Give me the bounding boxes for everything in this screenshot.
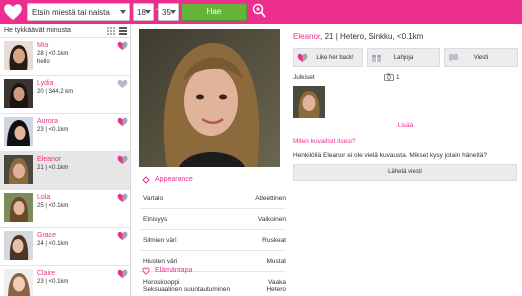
send-message-button[interactable]: Lähetä viesti <box>293 164 517 181</box>
grid-view-icon[interactable] <box>107 27 115 35</box>
item-name: Aurora <box>37 118 59 125</box>
lifestyle-heading: Elämäntapa <box>155 267 193 274</box>
avatar <box>4 231 33 260</box>
item-info: 23 | <0.1km <box>37 279 69 285</box>
profile-panel: Eleanor, 21 | Hetero, Sinkku, <0.1km Lik… <box>289 24 522 296</box>
likes-sidebar: He tykkäävät minusta Mia 28 | <0.1km hel… <box>0 24 131 296</box>
avatar <box>4 193 33 222</box>
search-button[interactable]: Hae <box>181 3 247 21</box>
gifts-button[interactable]: Lahjoja <box>367 48 440 67</box>
appearance-icon <box>142 176 150 184</box>
list-item[interactable]: Lola 25 | <0.1km <box>0 190 130 228</box>
search-select[interactable]: Etsin miestä tai naista <box>27 3 130 21</box>
like-back-button[interactable]: Like her back! <box>293 48 363 67</box>
row-value: Mustat <box>266 258 286 265</box>
list-item-selected[interactable]: Eleanor 21 | <0.1km <box>0 152 130 190</box>
item-name: Mia <box>37 42 49 49</box>
item-name: Claire <box>37 270 56 277</box>
item-name: Grace <box>37 232 57 239</box>
row-key: Hiusten väri <box>143 258 178 265</box>
row-value: Valkoinen <box>257 216 286 223</box>
zoom-in-icon[interactable] <box>252 3 266 19</box>
list-item[interactable]: Claire 23 | <0.1km <box>0 266 130 296</box>
lifestyle-row: Seksuaalinen suuntautuminen Hetero <box>139 279 286 296</box>
sidebar-title: He tykkäävät minusta <box>4 27 71 34</box>
item-name: Eleanor <box>37 156 62 163</box>
row-key: Seksuaalinen suuntautuminen <box>143 286 231 293</box>
profile-title: Eleanor, 21 | Hetero, Sinkku, <0.1km <box>293 32 423 41</box>
heart-icon[interactable] <box>117 79 128 89</box>
photo-thumbnail[interactable] <box>293 86 325 118</box>
item-info: 25 | <0.1km <box>37 203 69 209</box>
appearance-heading: Appearance <box>155 176 193 183</box>
liked-heart-icon <box>297 53 308 62</box>
question-text: Henkilöllä Eleanor ei ole vielä kuvausta… <box>293 152 488 159</box>
chevron-down-icon <box>145 10 151 14</box>
avatar <box>4 269 33 296</box>
list-view-icon[interactable] <box>119 27 127 35</box>
row-key: Etnisyys <box>143 216 168 223</box>
camera-icon <box>384 73 394 81</box>
profile-details: Appearance Vartalo Atleettinen Etnisyys … <box>131 24 289 296</box>
profile-photo[interactable] <box>139 29 280 167</box>
liked-heart-icon[interactable] <box>117 269 128 279</box>
item-info: 20 | 344,2 km <box>37 89 74 95</box>
message-button[interactable]: Viesti <box>444 48 518 67</box>
profile-details-text: , 21 | Hetero, Sinkku, <0.1km <box>320 32 424 41</box>
top-bar: Etsin miestä tai naista 18 - 35 Hae <box>0 0 522 24</box>
avatar <box>4 117 33 146</box>
row-key: Silmien väri <box>143 237 177 244</box>
item-info: 28 | <0.1km <box>37 51 69 57</box>
gifts-label: Lahjoja <box>393 55 414 61</box>
photo-count: 1 <box>396 74 400 81</box>
public-photos-label: Julkiset <box>293 74 315 81</box>
avatar <box>4 41 33 70</box>
chevron-down-icon <box>170 10 176 14</box>
question-title: Miten kuvailisit itsesi? <box>293 138 356 145</box>
row-value: Atleettinen <box>255 195 286 202</box>
age-min-select[interactable]: 18 <box>133 3 154 21</box>
avatar <box>4 79 33 108</box>
liked-heart-icon[interactable] <box>117 117 128 127</box>
liked-heart-icon[interactable] <box>117 193 128 203</box>
row-value: Hetero <box>266 286 286 293</box>
item-note: hello <box>37 59 50 65</box>
search-select-value: Etsin miestä tai naista <box>32 8 110 17</box>
appearance-row: Vartalo Atleettinen <box>139 188 286 209</box>
lifestyle-icon <box>142 267 150 275</box>
item-name: Lola <box>37 194 51 201</box>
appearance-row: Etnisyys Valkoinen <box>139 209 286 230</box>
list-item[interactable]: Lydia 20 | 344,2 km <box>0 76 130 114</box>
item-info: 24 | <0.1km <box>37 241 69 247</box>
list-item[interactable]: Aurora 23 | <0.1km <box>0 114 130 152</box>
liked-heart-icon[interactable] <box>117 231 128 241</box>
chevron-down-icon <box>120 10 126 14</box>
profile-name: Eleanor <box>293 32 321 41</box>
item-name: Lydia <box>37 80 54 87</box>
row-value: Ruskeat <box>262 237 286 244</box>
sidebar-header: He tykkäävät minusta <box>0 24 130 38</box>
message-label: Viesti <box>473 55 489 61</box>
liked-heart-icon[interactable] <box>117 155 128 165</box>
item-info: 23 | <0.1km <box>37 127 69 133</box>
age-max-select[interactable]: 35 <box>158 3 179 21</box>
logo-heart-icon[interactable] <box>2 2 24 22</box>
avatar <box>4 155 33 184</box>
appearance-row: Silmien väri Ruskeat <box>139 230 286 251</box>
liked-heart-icon[interactable] <box>117 41 128 51</box>
row-key: Vartalo <box>143 195 164 202</box>
like-back-label: Like her back! <box>316 55 354 61</box>
list-item[interactable]: Mia 28 | <0.1km hello <box>0 38 130 76</box>
item-info: 21 | <0.1km <box>37 165 69 171</box>
more-photos-link[interactable]: Lisää <box>289 122 522 129</box>
list-item[interactable]: Grace 24 | <0.1km <box>0 228 130 266</box>
